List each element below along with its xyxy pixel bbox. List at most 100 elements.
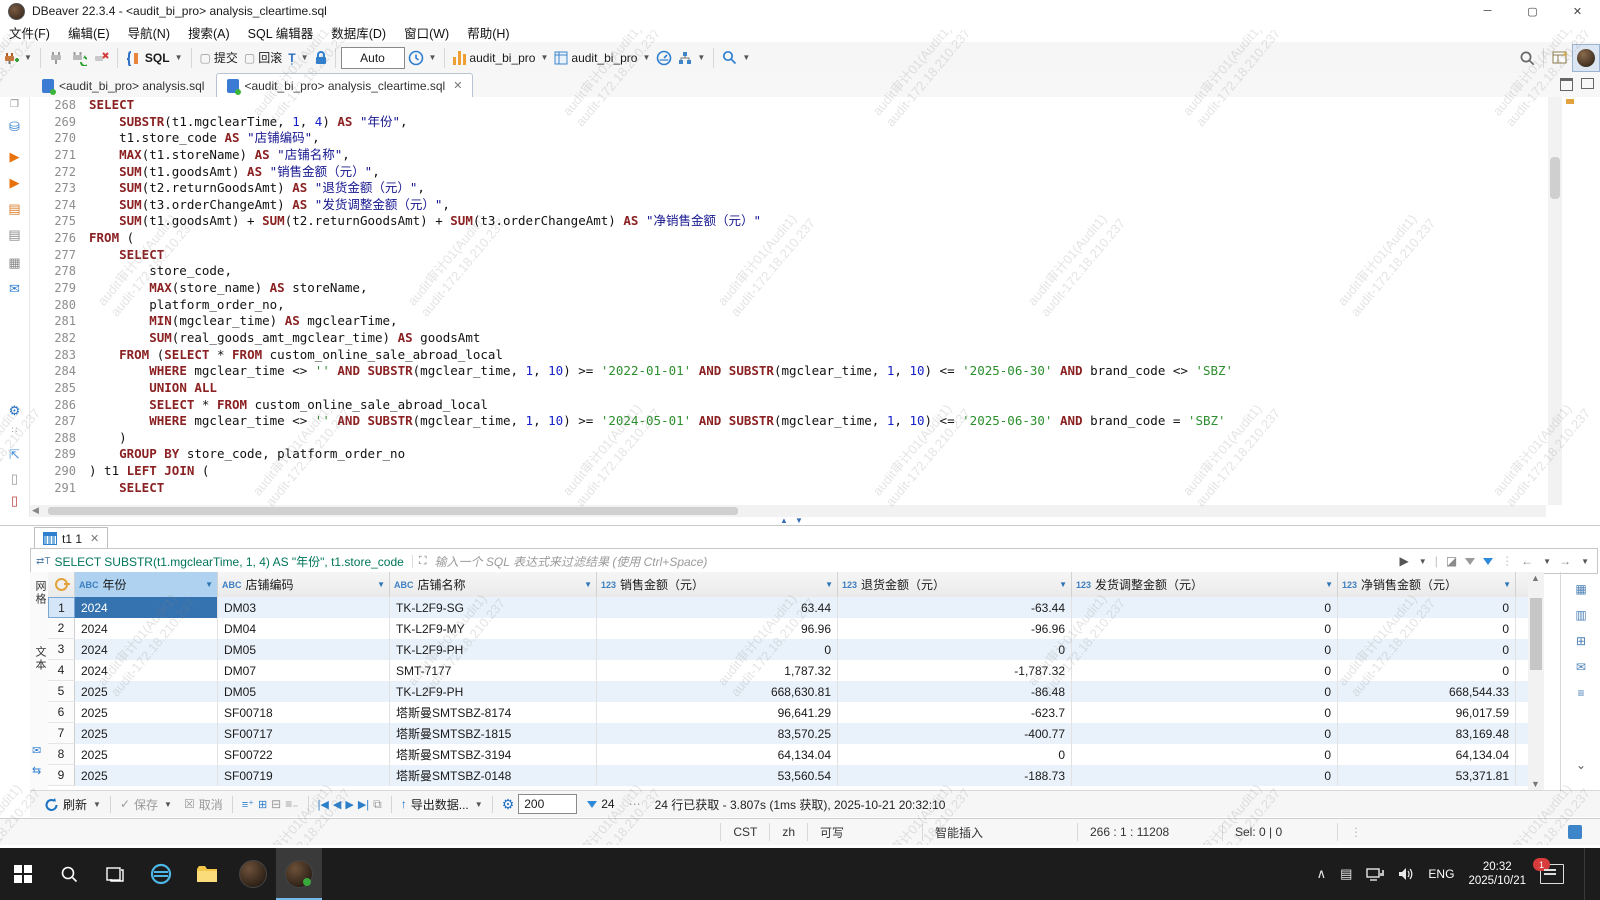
cell[interactable]: 0 (838, 744, 1072, 765)
view-tab-grid[interactable]: 网格 (32, 580, 48, 606)
minimize-editor-icon[interactable] (1560, 78, 1573, 91)
taskbar-app2-button-active[interactable] (276, 848, 322, 900)
row-number[interactable]: 5 (48, 681, 75, 702)
transaction-log-button[interactable]: ▼ (405, 46, 440, 70)
editor-results-splitter[interactable]: ▲ ▼ (0, 517, 1600, 525)
add-row-icon[interactable]: ⊞ (258, 798, 267, 811)
action-center-icon[interactable]: 1 (1540, 864, 1564, 884)
erase-filter-icon[interactable]: ◪ (1446, 554, 1457, 568)
row-number[interactable]: 3 (48, 639, 75, 660)
chevron-down-icon[interactable]: ▼ (164, 800, 172, 809)
cell[interactable]: 83,570.25 (597, 723, 838, 744)
error-log-icon[interactable]: ▯ (0, 493, 29, 509)
cell[interactable]: -400.77 (838, 723, 1072, 744)
cell[interactable]: SF00717 (218, 723, 390, 744)
cell[interactable]: 2024 (75, 618, 218, 639)
column-header-5[interactable]: 123发货调整金额（元）▼ (1072, 572, 1338, 597)
column-menu-icon[interactable]: ▼ (205, 580, 213, 589)
connect-button[interactable] (46, 46, 68, 70)
cell[interactable]: DM05 (218, 681, 390, 702)
code-line-283[interactable]: 283 FROM (SELECT * FROM custom_online_sa… (30, 347, 1546, 364)
sql-code-area[interactable]: 268SELECT269 SUBSTR(t1.mgclearTime, 1, 4… (30, 97, 1546, 505)
volume-icon[interactable] (1398, 867, 1414, 881)
chevron-down-icon[interactable]: ▼ (93, 800, 101, 809)
chevron-down-icon[interactable]: ▼ (475, 800, 483, 809)
cell[interactable]: -86.48 (838, 681, 1072, 702)
code-line-282[interactable]: 282 SUM(real_goods_amt_mgclear_time) AS … (30, 330, 1546, 347)
editor-horizontal-scrollbar[interactable]: ◀ (30, 505, 1546, 517)
table-row[interactable]: 82025SF00722塔斯曼SMTSBZ-319464,134.040064,… (48, 744, 1528, 765)
cell[interactable]: DM05 (218, 639, 390, 660)
cell[interactable]: 0 (838, 639, 1072, 660)
more-options-icon[interactable]: ∷ (0, 425, 29, 436)
code-line-272[interactable]: 272 SUM(t1.goodsAmt) AS "销售金额（元）", (30, 164, 1546, 181)
edit-row-icon[interactable]: ≡⁺ (242, 798, 254, 811)
cell[interactable]: 83,169.48 (1338, 723, 1516, 744)
cell[interactable]: 0 (1072, 660, 1338, 681)
first-row-icon[interactable]: |◀ (318, 798, 329, 811)
aggregate-panel-icon[interactable]: ▥ (1572, 608, 1590, 624)
taskbar-ie-button[interactable] (138, 848, 184, 900)
table-row[interactable]: 52025DM05TK-L2F9-PH668,630.81-86.480668,… (48, 681, 1528, 702)
cell[interactable]: 96,017.59 (1338, 702, 1516, 723)
remove-filter-icon[interactable] (1465, 558, 1475, 565)
last-row-icon[interactable]: ▶| (358, 798, 369, 811)
cell[interactable]: 53,560.54 (597, 765, 838, 786)
cell[interactable]: -96.96 (838, 618, 1072, 639)
cell[interactable]: 0 (1072, 723, 1338, 744)
cell[interactable]: TK-L2F9-PH (390, 639, 597, 660)
metadata-panel-icon[interactable]: ⊞ (1572, 634, 1590, 650)
refresh-icon[interactable] (44, 797, 59, 812)
cell[interactable]: 64,134.04 (597, 744, 838, 765)
fetch-page-icon[interactable]: ⧉ (373, 797, 382, 812)
row-number[interactable]: 4 (48, 660, 75, 681)
commit-mode-select[interactable]: Auto (341, 47, 405, 69)
settings-gear-icon[interactable]: ⚙ (0, 403, 29, 419)
row-number[interactable]: 2 (48, 618, 75, 639)
table-row[interactable]: 22024DM04TK-L2F9-MY96.96-96.9600 (48, 618, 1528, 639)
refresh-button[interactable]: 刷新 (63, 796, 87, 813)
cell[interactable]: 2025 (75, 681, 218, 702)
commit-button[interactable]: ▢提交 (197, 46, 241, 70)
column-menu-icon[interactable]: ▼ (1503, 580, 1511, 589)
cell[interactable]: 0 (1072, 681, 1338, 702)
cell[interactable]: TK-L2F9-PH (390, 681, 597, 702)
expand-filter-icon[interactable]: ⛶ (412, 555, 427, 568)
chevron-down-icon[interactable]: ▼ (1543, 557, 1551, 566)
menu-item-7[interactable]: 帮助(H) (458, 22, 518, 42)
cell[interactable]: -188.73 (838, 765, 1072, 786)
cell[interactable]: 1,787.32 (597, 660, 838, 681)
scroll-up-arrow-icon[interactable]: ▲ (1531, 573, 1540, 583)
table-row[interactable]: 72025SF00717塔斯曼SMTSBZ-181583,570.25-400.… (48, 723, 1528, 744)
cell[interactable]: 0 (1338, 639, 1516, 660)
mail-export-icon[interactable]: ✉ (0, 281, 29, 297)
code-line-281[interactable]: 281 MIN(mgclear_time) AS mgclearTime, (30, 313, 1546, 330)
cell[interactable]: 0 (1072, 702, 1338, 723)
export-data-button[interactable]: 导出数据... (411, 796, 469, 813)
row-number[interactable]: 9 (48, 765, 75, 786)
code-line-287[interactable]: 287 WHERE mgclear_time <> '' AND SUBSTR(… (30, 413, 1546, 430)
explain-plan-icon[interactable]: ▤ (0, 227, 29, 243)
show-desktop-sliver[interactable] (1584, 848, 1590, 900)
maximize-window-button[interactable]: ▢ (1510, 0, 1555, 22)
cell[interactable]: 塔斯曼SMTSBZ-3194 (390, 744, 597, 765)
code-line-269[interactable]: 269 SUBSTR(t1.mgclearTime, 1, 4) AS "年份"… (30, 114, 1546, 131)
code-line-279[interactable]: 279 MAX(store_name) AS storeName, (30, 280, 1546, 297)
hidden-icons-chevron[interactable]: ∧ (1317, 866, 1327, 882)
clock[interactable]: 20:32 2025/10/21 (1468, 860, 1526, 888)
cell[interactable]: 668,544.33 (1338, 681, 1516, 702)
tab-analysis-sql[interactable]: <audit_bi_pro> analysis.sql (32, 74, 214, 97)
cell[interactable]: 63.44 (597, 597, 838, 618)
view-tab-text[interactable]: 文本 (32, 646, 48, 672)
close-tab-icon[interactable]: ✕ (453, 79, 462, 92)
column-menu-icon[interactable]: ▼ (377, 580, 385, 589)
cell[interactable]: 0 (1072, 639, 1338, 660)
cell[interactable]: SF00719 (218, 765, 390, 786)
cell[interactable]: SF00722 (218, 744, 390, 765)
overflow-menu-icon[interactable]: ⋯ (629, 797, 641, 811)
touch-keyboard-icon[interactable]: ▤ (1340, 866, 1352, 882)
menu-item-0[interactable]: 文件(F) (0, 22, 59, 42)
cell[interactable]: 96.96 (597, 618, 838, 639)
cell[interactable]: TK-L2F9-MY (390, 618, 597, 639)
menu-item-2[interactable]: 导航(N) (119, 22, 179, 42)
